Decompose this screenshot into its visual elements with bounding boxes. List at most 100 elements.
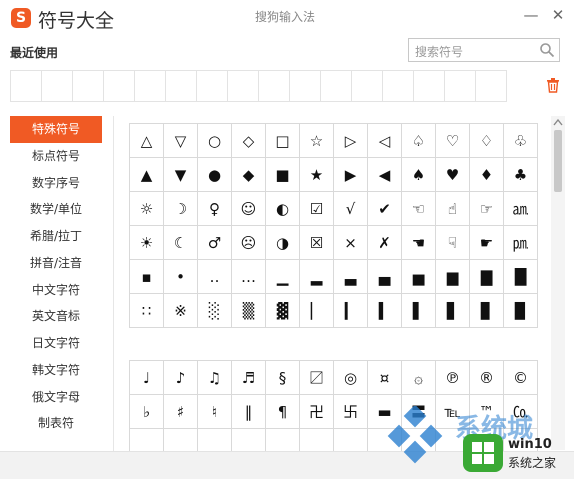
recent-symbol-slot[interactable] <box>290 71 321 101</box>
symbol-cell[interactable]: ▇ <box>470 260 504 294</box>
symbol-cell[interactable]: ☞ <box>470 192 504 226</box>
recent-symbol-slot[interactable] <box>42 71 73 101</box>
symbol-cell[interactable]: ▊ <box>470 294 504 328</box>
symbol-cell[interactable]: ▅ <box>402 260 436 294</box>
symbol-cell[interactable]: ☛ <box>470 226 504 260</box>
symbol-cell[interactable]: ▌ <box>402 294 436 328</box>
symbol-cell[interactable] <box>334 429 368 451</box>
category-item[interactable]: 数字序号 <box>10 170 102 197</box>
category-item[interactable]: 俄文字母 <box>10 384 102 411</box>
symbol-cell[interactable]: ☽ <box>164 192 198 226</box>
recent-symbol-slot[interactable] <box>104 71 135 101</box>
vertical-scrollbar[interactable] <box>551 116 565 450</box>
symbol-cell[interactable]: ▄ <box>368 260 402 294</box>
recent-symbol-slot[interactable] <box>166 71 197 101</box>
recent-symbol-slot[interactable] <box>197 71 228 101</box>
symbol-cell[interactable]: ‥ <box>198 260 232 294</box>
symbol-cell[interactable]: ‖ <box>232 395 266 429</box>
symbol-cell[interactable]: ▶ <box>334 158 368 192</box>
symbol-cell[interactable]: ▽ <box>164 124 198 158</box>
recent-symbol-slot[interactable] <box>476 71 506 101</box>
symbol-cell[interactable] <box>164 429 198 451</box>
symbol-cell[interactable]: ◇ <box>232 124 266 158</box>
symbol-cell[interactable]: × <box>334 226 368 260</box>
symbol-cell[interactable]: ¤ <box>368 361 402 395</box>
symbol-cell[interactable]: ◎ <box>334 361 368 395</box>
symbol-cell[interactable]: ☆ <box>300 124 334 158</box>
symbol-cell[interactable]: § <box>266 361 300 395</box>
category-item[interactable]: 日文字符 <box>10 330 102 357</box>
symbol-cell[interactable]: ☺ <box>232 192 266 226</box>
symbol-cell[interactable]: ۞ <box>402 361 436 395</box>
recent-symbol-slot[interactable] <box>321 71 352 101</box>
symbol-cell[interactable]: ✗ <box>368 226 402 260</box>
symbol-cell[interactable]: ☾ <box>164 226 198 260</box>
symbol-cell[interactable]: ♫ <box>198 361 232 395</box>
symbol-cell[interactable]: ▃ <box>334 260 368 294</box>
symbol-cell[interactable]: ▎ <box>334 294 368 328</box>
category-item[interactable]: 中文字符 <box>10 277 102 304</box>
symbol-cell[interactable]: ☚ <box>402 226 436 260</box>
recent-symbol-slot[interactable] <box>352 71 383 101</box>
symbol-cell[interactable]: © <box>504 361 538 395</box>
symbol-cell[interactable]: √ <box>334 192 368 226</box>
symbol-cell[interactable]: ♬ <box>232 361 266 395</box>
symbol-cell[interactable]: ▂ <box>300 260 334 294</box>
symbol-cell[interactable]: ☟ <box>436 226 470 260</box>
symbol-cell[interactable]: ▲ <box>130 158 164 192</box>
symbol-cell[interactable]: 卐 <box>334 395 368 429</box>
symbol-cell[interactable] <box>232 429 266 451</box>
category-item[interactable]: 韩文字符 <box>10 357 102 384</box>
symbol-cell[interactable]: ㏘ <box>504 226 538 260</box>
search-input[interactable]: 搜索符号 <box>408 38 560 62</box>
recent-symbol-slot[interactable] <box>259 71 290 101</box>
symbol-cell[interactable]: ♮ <box>198 395 232 429</box>
symbol-cell[interactable]: ♯ <box>164 395 198 429</box>
symbol-cell[interactable]: ☜ <box>402 192 436 226</box>
symbol-cell[interactable]: ¶ <box>266 395 300 429</box>
symbol-cell[interactable]: ▍ <box>368 294 402 328</box>
trash-icon[interactable] <box>545 77 561 93</box>
category-item[interactable]: 标点符号 <box>10 143 102 170</box>
symbol-cell[interactable]: 〼 <box>300 361 334 395</box>
minimize-button[interactable]: — <box>522 6 540 24</box>
symbol-cell[interactable]: ㏂ <box>504 192 538 226</box>
category-item[interactable]: 制表符 <box>10 410 102 437</box>
symbol-cell[interactable]: ✔ <box>368 192 402 226</box>
search-icon[interactable] <box>539 42 555 58</box>
symbol-cell[interactable]: █ <box>504 260 538 294</box>
symbol-cell[interactable]: ▪ <box>130 260 164 294</box>
recent-symbol-slot[interactable] <box>73 71 104 101</box>
symbol-cell[interactable]: ℗ <box>436 361 470 395</box>
recent-symbol-slot[interactable] <box>383 71 414 101</box>
symbol-cell[interactable]: ▏ <box>300 294 334 328</box>
symbol-cell[interactable]: ∷ <box>130 294 164 328</box>
recent-symbol-slot[interactable] <box>228 71 259 101</box>
symbol-cell[interactable]: ☼ <box>130 192 164 226</box>
recent-symbol-slot[interactable] <box>11 71 42 101</box>
symbol-cell[interactable]: • <box>164 260 198 294</box>
symbol-cell[interactable]: ☝ <box>436 192 470 226</box>
symbol-cell[interactable]: ♣ <box>504 158 538 192</box>
symbol-cell[interactable]: ★ <box>300 158 334 192</box>
scroll-up-arrow-icon[interactable] <box>553 118 563 126</box>
symbol-cell[interactable]: ® <box>470 361 504 395</box>
symbol-cell[interactable]: ○ <box>198 124 232 158</box>
symbol-cell[interactable]: ☀ <box>130 226 164 260</box>
symbol-cell[interactable]: … <box>232 260 266 294</box>
symbol-cell[interactable]: ◀ <box>368 158 402 192</box>
symbol-cell[interactable] <box>266 429 300 451</box>
symbol-cell[interactable]: ▒ <box>232 294 266 328</box>
symbol-cell[interactable]: ♡ <box>436 124 470 158</box>
symbol-cell[interactable]: ♧ <box>504 124 538 158</box>
symbol-cell[interactable]: 卍 <box>300 395 334 429</box>
symbol-cell[interactable] <box>130 429 164 451</box>
symbol-cell[interactable] <box>300 429 334 451</box>
symbol-cell[interactable] <box>198 429 232 451</box>
symbol-cell[interactable]: ▋ <box>436 294 470 328</box>
symbol-cell[interactable]: ● <box>198 158 232 192</box>
symbol-cell[interactable]: ♪ <box>164 361 198 395</box>
symbol-cell[interactable]: ♦ <box>470 158 504 192</box>
symbol-cell[interactable]: ▼ <box>164 158 198 192</box>
recent-symbol-slot[interactable] <box>445 71 476 101</box>
